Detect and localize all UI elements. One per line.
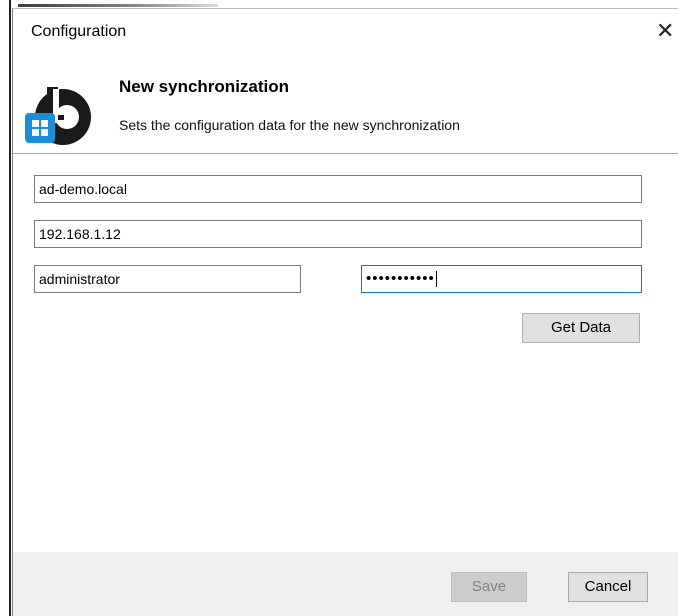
configuration-dialog: Configuration ✕ New synchronization Sets… bbox=[12, 8, 678, 616]
window-title: Configuration bbox=[31, 23, 127, 40]
domain-input[interactable] bbox=[34, 175, 642, 203]
close-icon[interactable]: ✕ bbox=[656, 17, 678, 47]
password-mask: ••••••••••• bbox=[366, 270, 435, 287]
header-subtitle: Sets the configuration data for the new … bbox=[119, 117, 460, 133]
dialog-header bbox=[13, 55, 678, 155]
background-window-edge bbox=[0, 0, 12, 616]
header-title: New synchronization bbox=[119, 77, 290, 96]
background-window-strip bbox=[12, 0, 678, 8]
server-ip-input[interactable] bbox=[34, 220, 642, 248]
get-data-button[interactable]: Get Data bbox=[522, 313, 640, 343]
b-logo-with-windows-badge-icon bbox=[25, 87, 91, 145]
title-bar[interactable]: Configuration ✕ bbox=[13, 9, 678, 55]
cancel-button[interactable]: Cancel bbox=[568, 572, 648, 602]
form-area bbox=[13, 155, 678, 552]
dialog-footer: Save Cancel bbox=[13, 552, 678, 616]
password-input[interactable]: ••••••••••• bbox=[361, 265, 642, 293]
save-button[interactable]: Save bbox=[451, 572, 527, 602]
text-cursor bbox=[435, 271, 437, 288]
username-input[interactable] bbox=[34, 265, 301, 293]
